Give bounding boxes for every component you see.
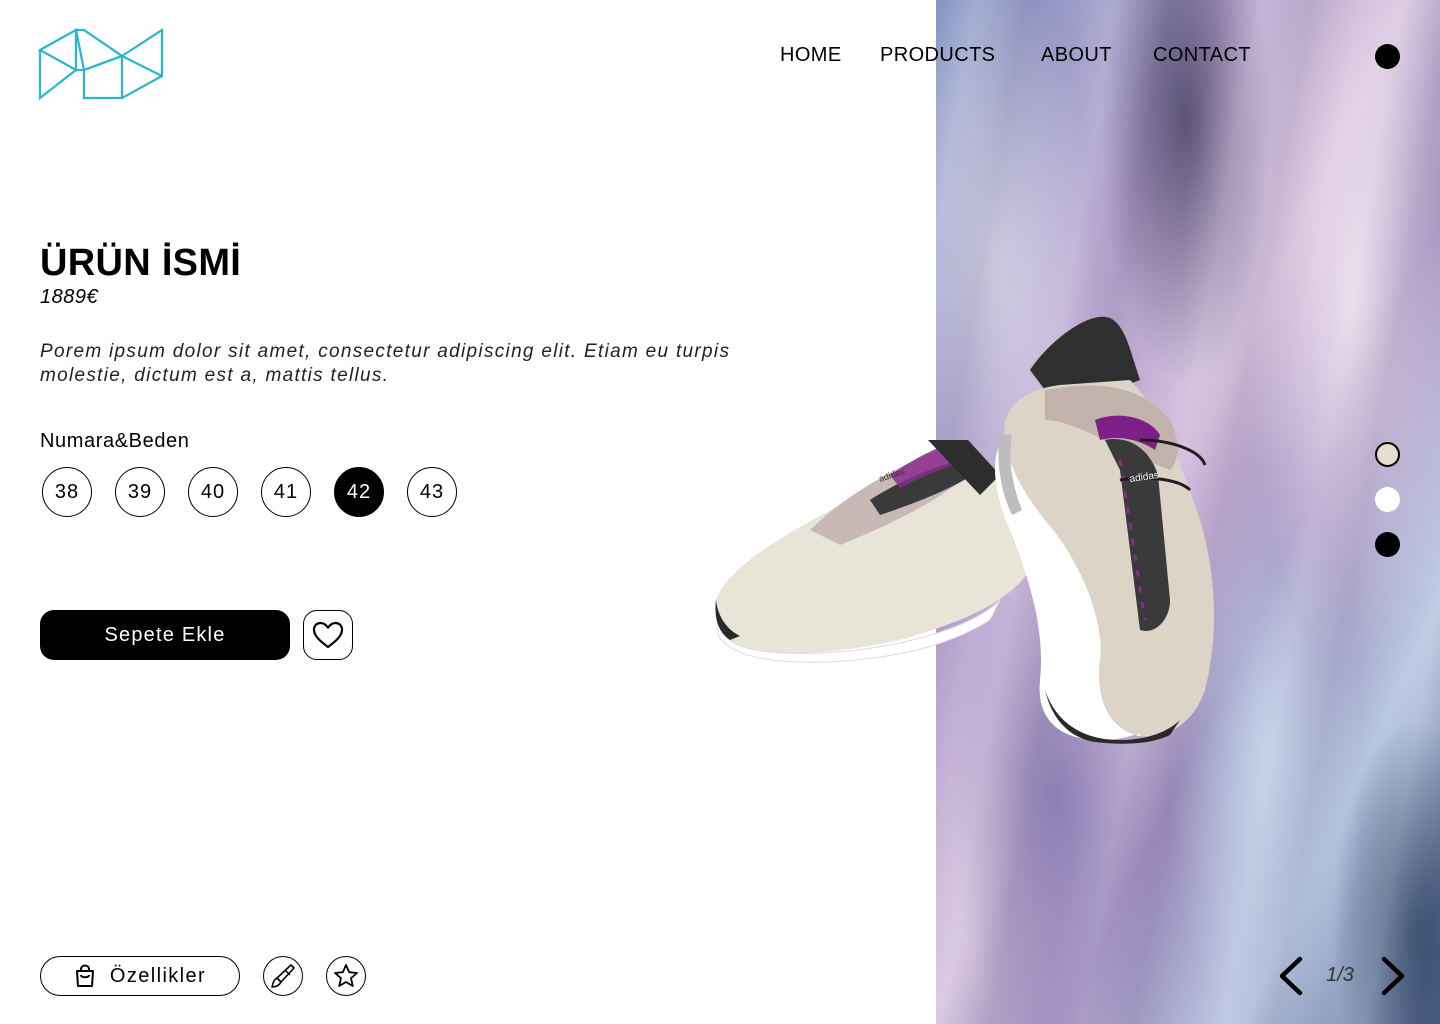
- triangle-logo-icon[interactable]: [38, 28, 166, 100]
- brush-tool-button[interactable]: [263, 956, 303, 996]
- chevron-right-icon[interactable]: [1378, 956, 1408, 996]
- size-option[interactable]: 40: [188, 467, 238, 517]
- size-option[interactable]: 38: [42, 467, 92, 517]
- star-tool-button[interactable]: [326, 956, 366, 996]
- size-option[interactable]: 41: [261, 467, 311, 517]
- features-label: Özellikler: [109, 964, 207, 987]
- color-swatch-beige[interactable]: [1375, 442, 1400, 467]
- nav-products[interactable]: PRODUCTS: [880, 44, 995, 67]
- shoe-front: adidas: [994, 316, 1215, 744]
- shopping-bag-icon: [75, 964, 94, 987]
- features-button[interactable]: Özellikler: [40, 956, 240, 996]
- product-image: adidas adidas: [715, 316, 1215, 744]
- chevron-left-icon[interactable]: [1276, 956, 1306, 996]
- size-option[interactable]: 39: [115, 467, 165, 517]
- nav-home[interactable]: HOME: [780, 44, 842, 67]
- size-option[interactable]: 43: [407, 467, 457, 517]
- size-option-selected[interactable]: 42: [334, 467, 384, 517]
- nav-contact[interactable]: CONTACT: [1153, 44, 1251, 67]
- heart-icon: [312, 621, 344, 649]
- favorite-button[interactable]: [303, 610, 353, 660]
- nav-about[interactable]: ABOUT: [1041, 44, 1112, 67]
- add-to-cart-button[interactable]: Sepete Ekle: [40, 610, 290, 660]
- product-description: Porem ipsum dolor sit amet, consectetur …: [40, 341, 731, 386]
- color-swatch-black[interactable]: [1375, 532, 1400, 557]
- size-label: Numara&Beden: [40, 430, 190, 452]
- menu-dot-button[interactable]: [1375, 44, 1400, 69]
- size-options: 38 39 40 41 42 43: [42, 467, 462, 517]
- shoe-back: adidas: [715, 440, 1037, 663]
- pagination-counter: 1/3: [1326, 964, 1354, 986]
- product-price: 1889€: [40, 286, 99, 308]
- star-icon: [334, 964, 358, 987]
- color-swatch-white[interactable]: [1375, 487, 1400, 512]
- brush-icon: [271, 964, 295, 988]
- product-title: ÜRÜN İSMİ: [40, 242, 242, 284]
